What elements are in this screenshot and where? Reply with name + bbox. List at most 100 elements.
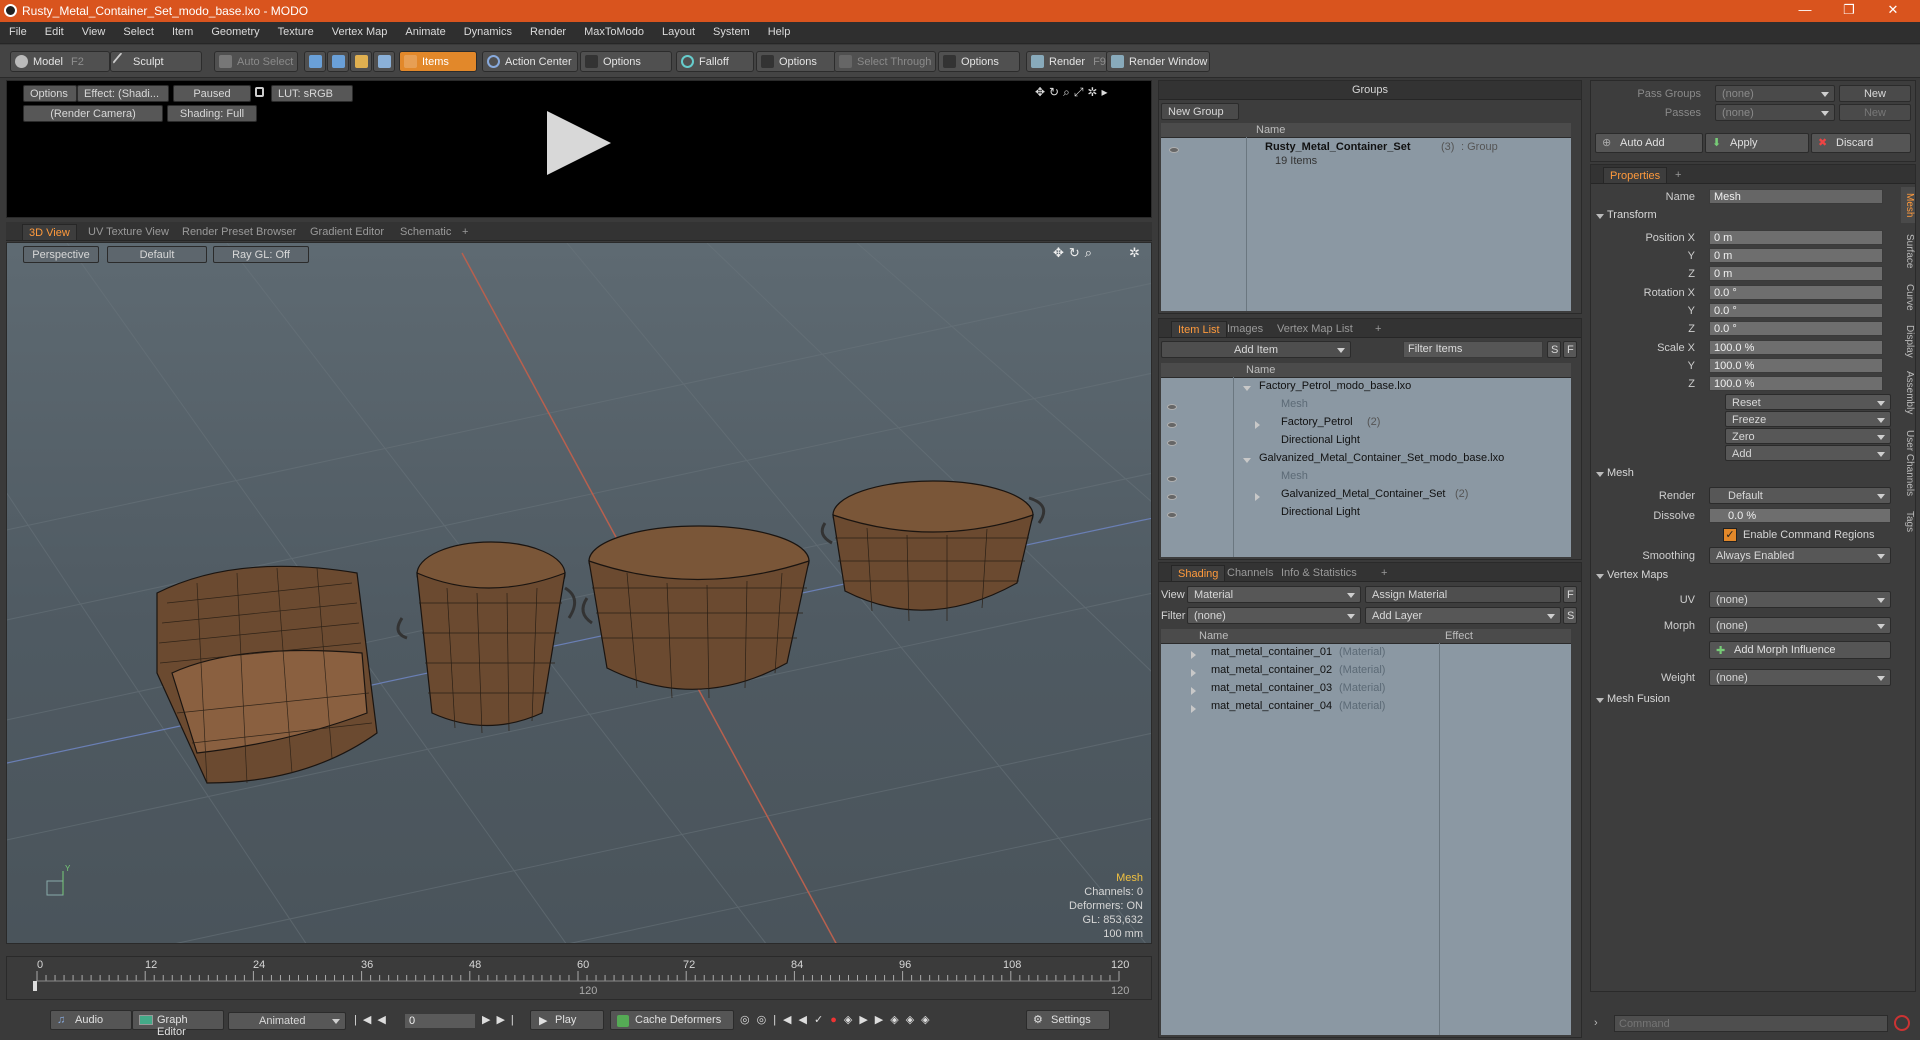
visibility-eye-icon[interactable]	[1167, 404, 1177, 410]
side-tab-tags[interactable]: Tags	[1901, 507, 1915, 537]
freeze-dropdown[interactable]: Freeze	[1725, 411, 1891, 427]
falloff-options-button[interactable]: Options	[756, 51, 836, 72]
side-tab-display[interactable]: Display	[1901, 319, 1915, 363]
lut-dropdown[interactable]: LUT: sRGB	[271, 85, 353, 102]
menu-help[interactable]: Help	[759, 22, 800, 38]
add-tab-icon[interactable]: +	[1369, 321, 1387, 337]
add-tab-icon[interactable]: +	[1375, 565, 1393, 581]
graph-editor-button[interactable]: Graph Editor	[132, 1010, 224, 1038]
new-group-button[interactable]: New Group	[1161, 103, 1239, 120]
paused-button[interactable]: Paused	[173, 85, 251, 102]
3d-viewport[interactable]: Y Perspective Default Ray GL: Off ✥↻⌕ ✲ …	[6, 242, 1152, 944]
render-window-button[interactable]: Render Window	[1106, 51, 1210, 72]
settings-button[interactable]: ⚙ Settings	[1026, 1010, 1110, 1030]
preview-options-button[interactable]: Options	[23, 85, 77, 102]
keyframe-tool-icons[interactable]: ◎◎|◀◀✓●◈▶▶◈◈◈	[740, 1013, 937, 1026]
edges-button[interactable]	[327, 51, 349, 72]
smoothing-dropdown[interactable]: Always Enabled	[1709, 547, 1891, 564]
render-dropdown[interactable]: Default	[1709, 487, 1891, 504]
scale-x-field[interactable]: 100.0 %	[1709, 340, 1883, 355]
visibility-eye-icon[interactable]	[1167, 512, 1177, 518]
timeline[interactable]: 0 12 24 36 48 60 72 84 96 108 120 120 12…	[6, 956, 1152, 1000]
tab-3d-view[interactable]: 3D View	[22, 224, 77, 240]
uv-dropdown[interactable]: (none)	[1709, 591, 1891, 608]
scale-y-field[interactable]: 100.0 %	[1709, 358, 1883, 373]
minimize-button[interactable]: —	[1790, 2, 1820, 20]
render-button[interactable]: Render F9	[1026, 51, 1108, 72]
command-input[interactable]	[1614, 1015, 1888, 1032]
tree-row-light1[interactable]: Directional Light	[1161, 434, 1571, 452]
add-tab-icon[interactable]: +	[1669, 167, 1687, 183]
material-row[interactable]: mat_metal_container_04 (Material)	[1161, 700, 1571, 718]
add-item-dropdown[interactable]: Add Item	[1161, 341, 1351, 358]
shading-dropdown[interactable]: Shading: Full	[167, 105, 257, 122]
transform-section[interactable]: Transform	[1591, 209, 1846, 225]
tab-schematic[interactable]: Schematic	[394, 224, 457, 240]
select-through-button[interactable]: Select Through	[834, 51, 936, 72]
zero-dropdown[interactable]: Zero	[1725, 428, 1891, 444]
scale-z-field[interactable]: 100.0 %	[1709, 376, 1883, 391]
dissolve-field[interactable]: 0.0 %	[1709, 508, 1891, 523]
tab-images[interactable]: Images	[1221, 321, 1269, 337]
tab-shading[interactable]: Shading	[1171, 565, 1226, 581]
vertices-button[interactable]	[304, 51, 326, 72]
step-back-buttons[interactable]: |◀◀	[354, 1013, 392, 1026]
menu-geometry[interactable]: Geometry	[202, 22, 268, 38]
side-tab-user-channels[interactable]: User Channels	[1901, 423, 1915, 503]
default-shading-dropdown[interactable]: Default	[107, 246, 207, 263]
add-tab-icon[interactable]: +	[456, 224, 474, 240]
items-mode-button[interactable]: Items	[399, 51, 477, 72]
lock-icon[interactable]	[255, 87, 264, 97]
tab-info-statistics[interactable]: Info & Statistics	[1275, 565, 1363, 581]
visibility-eye-icon[interactable]	[1167, 422, 1177, 428]
filter-dropdown[interactable]: (none)	[1187, 607, 1361, 624]
tree-row-mesh2[interactable]: Mesh	[1161, 470, 1571, 488]
tab-render-preset-browser[interactable]: Render Preset Browser	[176, 224, 302, 240]
apply-button[interactable]: ⬇ Apply	[1705, 133, 1809, 153]
step-forward-buttons[interactable]: ▶▶|	[482, 1013, 520, 1026]
rotation-z-field[interactable]: 0.0 °	[1709, 321, 1883, 336]
filter-f-button[interactable]: F	[1563, 341, 1577, 358]
auto-add-button[interactable]: ⊕ Auto Add	[1595, 133, 1703, 153]
menu-select[interactable]: Select	[114, 22, 163, 38]
menu-item[interactable]: Item	[163, 22, 202, 38]
menu-dynamics[interactable]: Dynamics	[455, 22, 521, 38]
close-button[interactable]: ✕	[1878, 2, 1908, 20]
rotation-x-field[interactable]: 0.0 °	[1709, 285, 1883, 300]
side-tab-mesh[interactable]: Mesh	[1901, 187, 1915, 223]
add-layer-dropdown[interactable]: Add Layer	[1365, 607, 1561, 624]
filter-items-input[interactable]: Filter Items	[1403, 341, 1543, 358]
group-row[interactable]: Rusty_Metal_Container_Set (3) : Group 19…	[1165, 141, 1565, 167]
tree-row-scene1[interactable]: Factory_Petrol_modo_base.lxo	[1161, 380, 1571, 398]
view-dropdown[interactable]: Material	[1187, 586, 1361, 603]
material-row[interactable]: mat_metal_container_01 (Material)	[1161, 646, 1571, 664]
visibility-eye-icon[interactable]	[1169, 147, 1179, 153]
position-y-field[interactable]: 0 m	[1709, 248, 1883, 263]
tab-channels[interactable]: Channels	[1221, 565, 1279, 581]
preview-nav-icons[interactable]: ✥↻⌕⤢✲▸	[1035, 85, 1112, 100]
vertex-maps-section[interactable]: Vertex Maps	[1591, 569, 1846, 585]
audio-button[interactable]: ♫ Audio	[50, 1010, 132, 1030]
visibility-eye-icon[interactable]	[1167, 440, 1177, 446]
passes-dropdown[interactable]: (none)	[1715, 104, 1835, 121]
menu-file[interactable]: File	[0, 22, 36, 38]
menu-maxtomodo[interactable]: MaxToModo	[575, 22, 653, 38]
timeline-playhead[interactable]	[33, 981, 37, 991]
action-center-button[interactable]: Action Center	[482, 51, 578, 72]
model-mode-button[interactable]: Model F2	[10, 51, 110, 72]
play-button[interactable]: ▶ Play	[530, 1010, 604, 1030]
material-row[interactable]: mat_metal_container_03 (Material)	[1161, 682, 1571, 700]
pass-groups-dropdown[interactable]: (none)	[1715, 85, 1835, 102]
materials-button[interactable]	[373, 51, 395, 72]
menu-system[interactable]: System	[704, 22, 759, 38]
menu-texture[interactable]: Texture	[269, 22, 323, 38]
side-tab-surface[interactable]: Surface	[1901, 227, 1915, 275]
position-z-field[interactable]: 0 m	[1709, 266, 1883, 281]
tab-gradient-editor[interactable]: Gradient Editor	[304, 224, 390, 240]
new-pass-button[interactable]: New	[1839, 104, 1911, 121]
side-tab-curve[interactable]: Curve	[1901, 279, 1915, 315]
mesh-section[interactable]: Mesh	[1591, 467, 1846, 483]
shading-f-button[interactable]: F	[1563, 586, 1577, 603]
filter-s-button[interactable]: S	[1547, 341, 1561, 358]
frame-field[interactable]: 0	[404, 1013, 476, 1029]
